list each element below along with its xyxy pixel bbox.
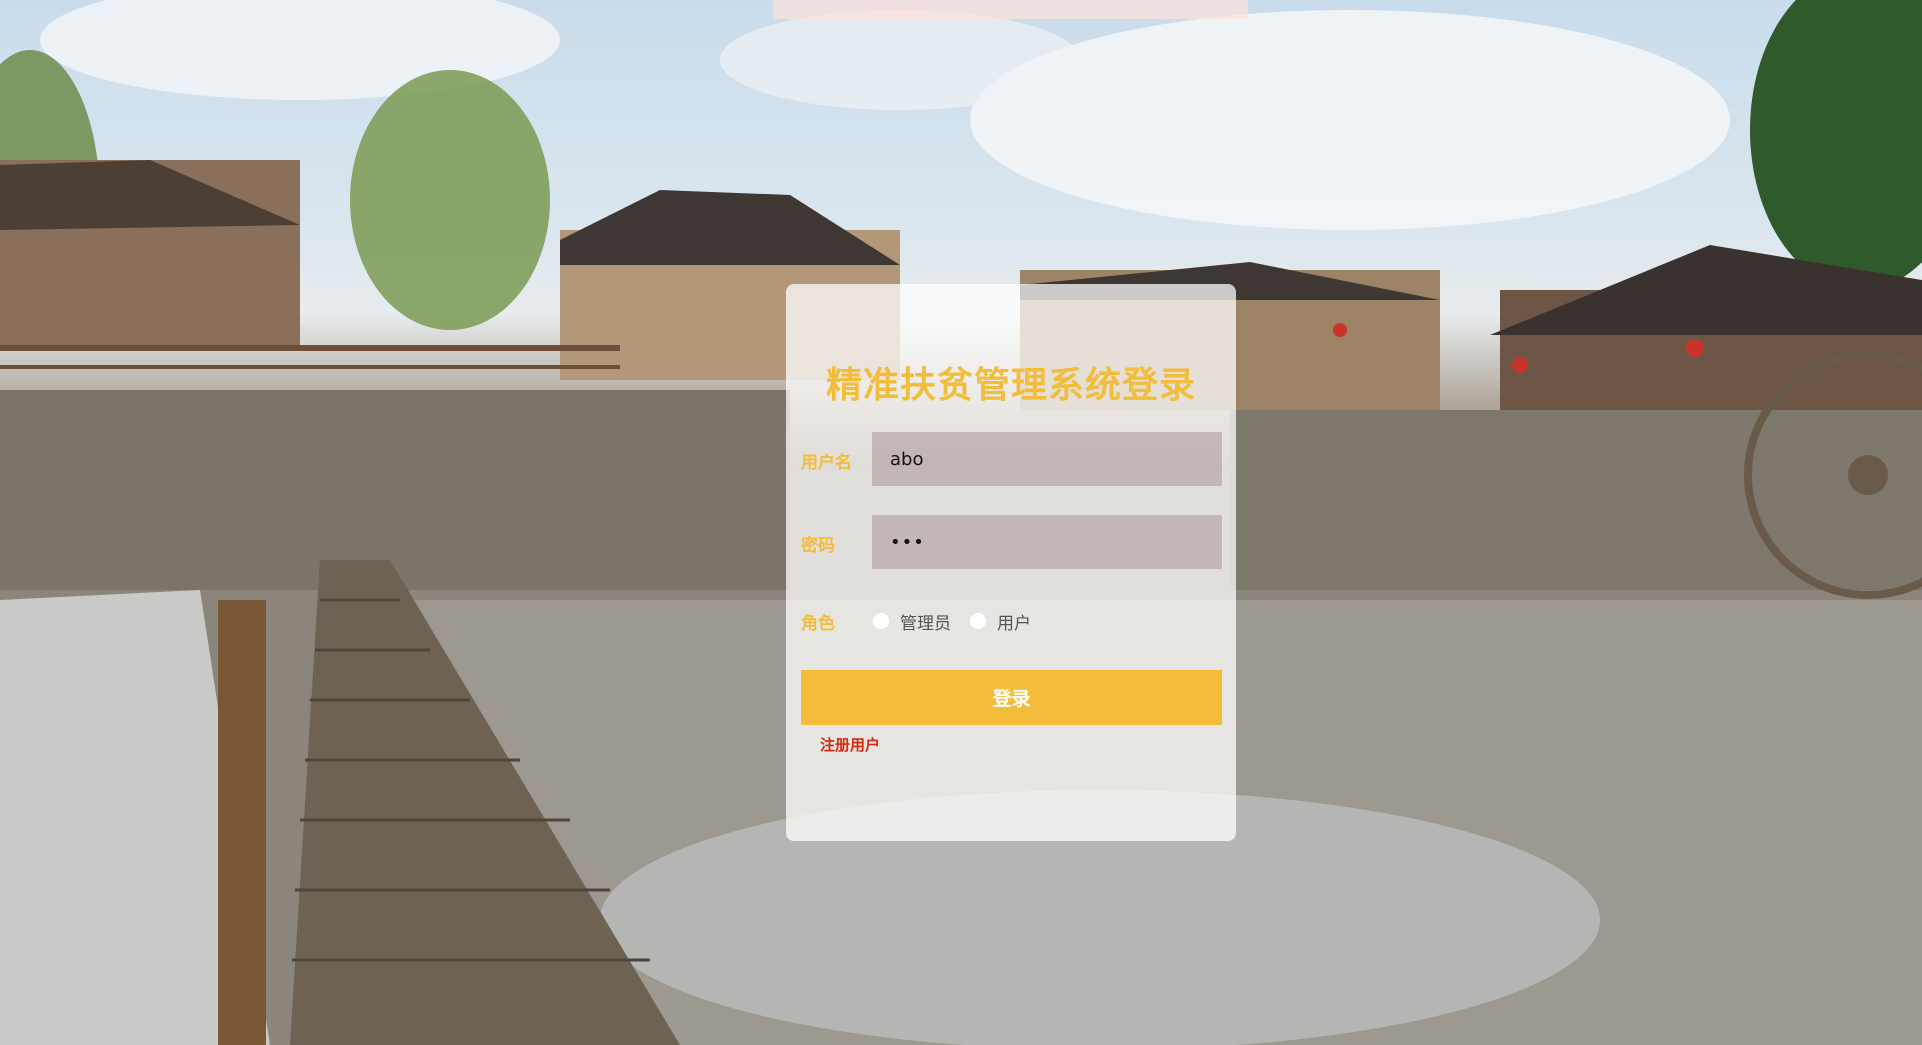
login-title: 精准扶贫管理系统登录 bbox=[825, 365, 1196, 406]
role-option-user[interactable]: 用户 bbox=[969, 609, 1031, 634]
role-radio-group: 管理员 用户 bbox=[872, 609, 1043, 634]
role-option-label: 管理员 bbox=[900, 613, 951, 634]
role-option-admin[interactable]: 管理员 bbox=[872, 609, 951, 634]
username-input[interactable] bbox=[872, 432, 1222, 486]
login-panel: 精准扶贫管理系统登录 用户名 密码 角色 管理员 用户 登录 注册用户 bbox=[786, 284, 1236, 841]
role-option-label: 用户 bbox=[997, 613, 1031, 634]
login-button[interactable]: 登录 bbox=[801, 670, 1222, 725]
register-link[interactable]: 注册用户 bbox=[820, 734, 880, 755]
top-banner-strip bbox=[773, 0, 1248, 19]
role-label: 角色 bbox=[801, 614, 835, 634]
radio-circle-icon[interactable] bbox=[969, 612, 987, 630]
background-photo: 精准扶贫管理系统登录 用户名 密码 角色 管理员 用户 登录 注册用户 bbox=[0, 0, 1922, 1045]
username-label: 用户名 bbox=[801, 453, 852, 473]
password-label: 密码 bbox=[801, 536, 835, 556]
password-input[interactable] bbox=[872, 515, 1222, 569]
radio-circle-icon[interactable] bbox=[872, 612, 890, 630]
